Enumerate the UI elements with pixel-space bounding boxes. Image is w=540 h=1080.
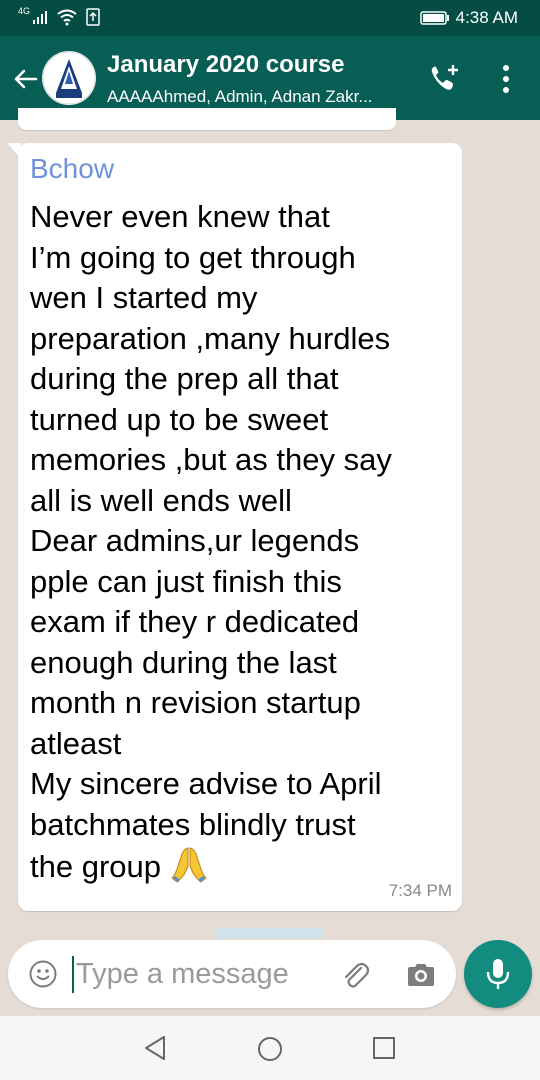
nav-home-icon[interactable] <box>257 1036 283 1062</box>
mic-icon <box>486 959 510 989</box>
message-input[interactable] <box>76 954 316 994</box>
nav-recents-icon[interactable] <box>372 1036 396 1060</box>
wifi-icon <box>57 9 77 26</box>
mic-button[interactable] <box>464 940 532 1008</box>
message-body: Never even knew that I’m going to get th… <box>30 197 450 894</box>
system-nav-bar <box>0 1016 540 1080</box>
camera-icon[interactable] <box>404 958 438 992</box>
nav-back-icon[interactable] <box>142 1034 168 1062</box>
group-title[interactable]: January 2020 course <box>107 51 344 79</box>
folded-hands-icon <box>169 845 209 894</box>
back-arrow-icon[interactable] <box>10 64 40 94</box>
add-call-icon[interactable] <box>427 62 461 96</box>
message-time: 7:34 PM <box>388 881 452 900</box>
network-type-label: 4G <box>18 6 31 16</box>
message-composer <box>8 940 456 1008</box>
next-message-hint <box>216 928 324 938</box>
battery-icon <box>419 11 449 25</box>
message-sender[interactable]: Bchow <box>30 153 114 185</box>
group-members[interactable]: AAAAAhmed, Admin, Adnan Zakr... <box>107 87 407 107</box>
group-avatar[interactable] <box>42 51 96 105</box>
message-bubble[interactable]: Bchow Never even knew that I’m going to … <box>18 143 462 911</box>
status-bar: 4G 4:38 AM <box>0 0 540 36</box>
text-cursor <box>72 956 74 993</box>
upload-icon <box>86 8 100 26</box>
message-text: Never even knew that I’m going to get th… <box>30 199 392 884</box>
signal-icon <box>33 11 48 24</box>
previous-message-bubble <box>18 108 396 130</box>
more-options-icon[interactable] <box>496 62 516 96</box>
attach-icon[interactable] <box>338 958 372 992</box>
status-time: 4:38 AM <box>455 8 518 27</box>
emoji-icon[interactable] <box>28 959 58 989</box>
